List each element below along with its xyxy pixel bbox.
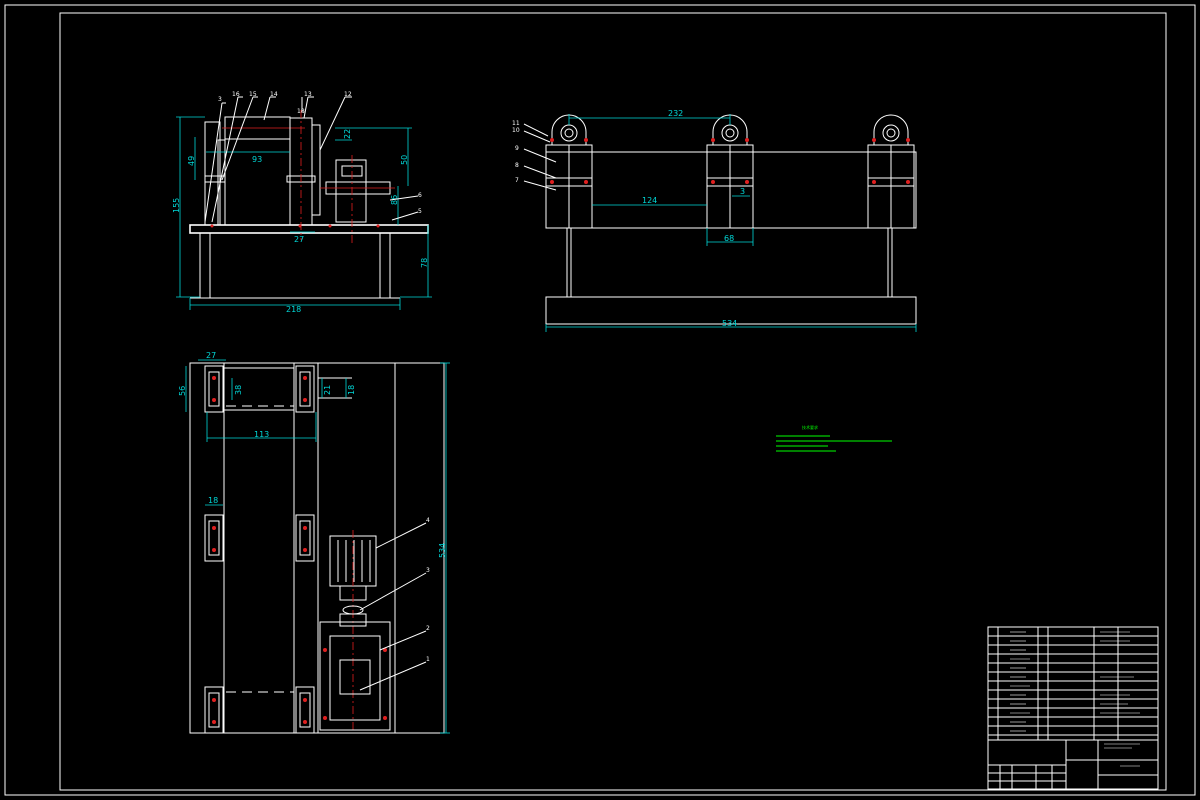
balloon-18: 18: [297, 108, 305, 115]
notes-title: 技术要求: [802, 424, 818, 430]
dim-inner: 124: [642, 196, 657, 205]
dim-total-width: 218: [286, 305, 301, 314]
balloon-7: 7: [515, 177, 519, 184]
front-view: 232 124 3 68 534 11 10 9 8 7: [512, 109, 917, 332]
dim-pitch: 232: [668, 109, 683, 118]
dim-93: 93: [252, 155, 262, 164]
balloon-3-top: 3: [426, 567, 430, 574]
technical-notes: 技术要求: [776, 424, 892, 452]
dim-upper: 49: [187, 156, 196, 166]
balloon-6: 6: [418, 192, 422, 199]
dim-27: 27: [294, 235, 304, 244]
dim-top-18: 18: [208, 496, 218, 505]
balloon-5: 5: [418, 208, 422, 215]
dim-22: 22: [343, 129, 352, 139]
balloon-8: 8: [515, 162, 519, 169]
balloon-15: 15: [249, 91, 257, 98]
dim-total-height: 155: [172, 198, 181, 213]
side-view: 155 49 93 27 78 218 22 50 86 3 16 15 14 …: [172, 91, 432, 314]
sheet-inner-border: [59, 12, 1167, 791]
balloon-10: 10: [512, 127, 520, 134]
bearing-block-middle: [706, 114, 754, 229]
balloon-3: 3: [218, 96, 222, 103]
balloon-11: 11: [512, 120, 520, 127]
dim-top-113: 113: [254, 430, 269, 439]
bearing-block-right: [867, 114, 915, 229]
dim-50: 50: [400, 155, 409, 165]
dim-base-height: 78: [420, 258, 429, 268]
balloon-9: 9: [515, 145, 519, 152]
balloon-16: 16: [232, 91, 240, 98]
balloon-1: 1: [426, 656, 430, 663]
dim-top-18b: 18: [347, 385, 356, 395]
cad-drawing-canvas: 155 49 93 27 78 218 22 50 86 3 16 15 14 …: [4, 4, 1196, 796]
dim-top-56: 56: [178, 386, 187, 396]
dim-top-534: 534: [438, 543, 447, 558]
dim-offset: 3: [740, 187, 745, 196]
dim-block: 68: [724, 234, 734, 243]
balloon-2: 2: [426, 625, 430, 632]
balloon-12: 12: [344, 91, 352, 98]
dim-front-total: 534: [722, 319, 737, 328]
bearing-block-left: [545, 114, 593, 229]
title-block: [987, 626, 1159, 790]
sheet-outer-border: [4, 4, 1196, 796]
top-view: 4 3 2 1 27 56 38 113 18 21 18 534: [178, 351, 450, 734]
balloon-13: 13: [304, 91, 312, 98]
dim-top-38: 38: [234, 385, 243, 395]
dim-top-27: 27: [206, 351, 216, 360]
balloon-14: 14: [270, 91, 278, 98]
balloon-4: 4: [426, 517, 430, 524]
dim-top-21: 21: [323, 385, 332, 395]
